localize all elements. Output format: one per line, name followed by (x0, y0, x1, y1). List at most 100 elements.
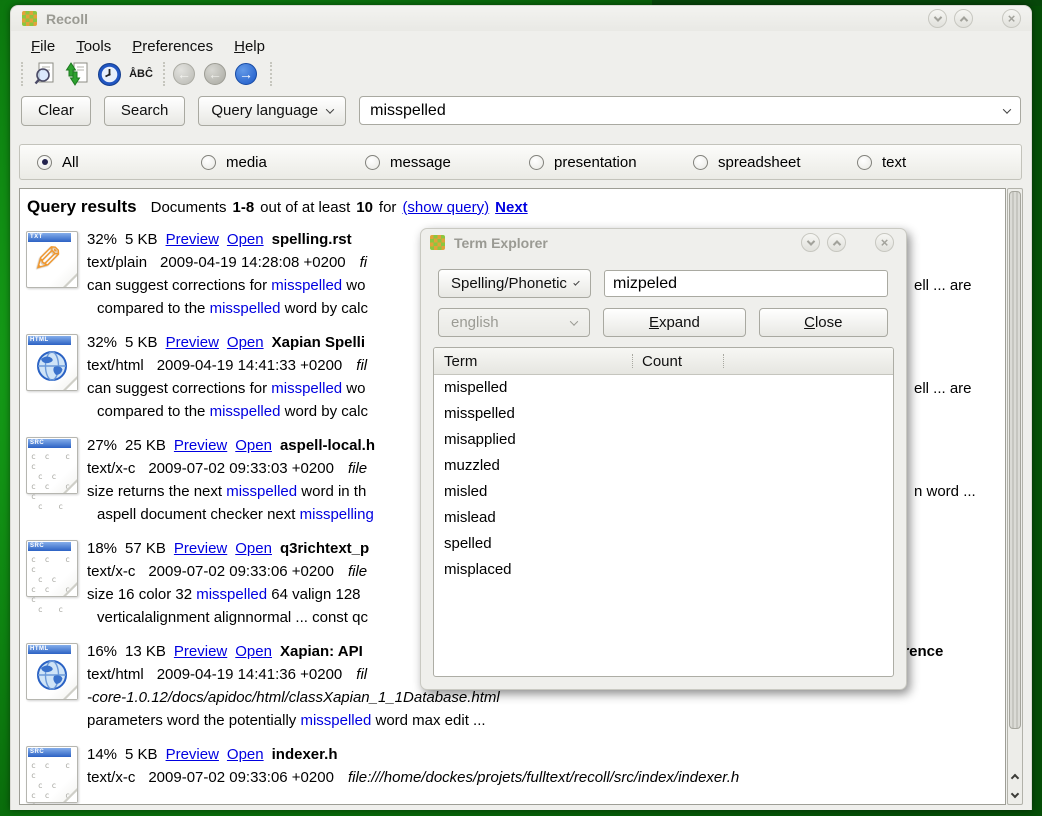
scroll-down-icon[interactable] (1008, 786, 1022, 802)
expand-button[interactable]: Expand (603, 308, 745, 337)
open-link[interactable]: Open (227, 746, 264, 763)
query-results-header: Query results Documents 1-8 out of at le… (27, 197, 1005, 217)
column-separator[interactable] (723, 354, 724, 368)
update-index-icon[interactable] (63, 61, 91, 88)
show-query-link[interactable]: (show query) (402, 199, 489, 216)
preview-link[interactable]: Preview (166, 746, 219, 763)
snippet-text: compared to the (97, 300, 210, 317)
open-link[interactable]: Open (235, 540, 272, 557)
html-file-icon[interactable]: HTML (26, 334, 78, 391)
radio-icon[interactable] (201, 155, 216, 170)
next-page-link[interactable]: Next (495, 199, 528, 216)
term-row[interactable]: mislead (434, 505, 893, 531)
filter-radio-presentation[interactable]: presentation (529, 154, 693, 171)
open-link[interactable]: Open (235, 437, 272, 454)
src-file-icon[interactable]: SRCc c c c c cc c c c c c (26, 746, 78, 803)
filter-radio-all[interactable]: All (37, 154, 201, 171)
maximize-button[interactable] (954, 9, 973, 28)
open-link[interactable]: Open (227, 334, 264, 351)
snippet-text: aspell document checker next (97, 506, 300, 523)
preview-link[interactable]: Preview (174, 437, 227, 454)
toolbar-handle[interactable] (270, 62, 273, 86)
query-language-dropdown[interactable]: Query language (198, 96, 346, 126)
open-link[interactable]: Open (235, 643, 272, 660)
scroll-up-icon[interactable] (1008, 770, 1022, 786)
snippet-text: size 16 color 32 (87, 586, 196, 603)
radio-icon[interactable] (365, 155, 380, 170)
column-header-term[interactable]: Term (434, 353, 632, 370)
term-count (633, 505, 642, 531)
radio-icon[interactable] (693, 155, 708, 170)
preview-link[interactable]: Preview (166, 334, 219, 351)
relevance-percent: 32% (87, 334, 117, 351)
filter-label: spreadsheet (718, 154, 801, 171)
toolbar-handle[interactable] (21, 62, 24, 86)
term-row[interactable]: misspelled (434, 401, 893, 427)
dialog-close-button[interactable]: × (875, 233, 894, 252)
menu-help[interactable]: Help (234, 38, 265, 53)
radio-icon[interactable] (529, 155, 544, 170)
radio-icon[interactable] (857, 155, 872, 170)
file-size: 25 KB (125, 437, 166, 454)
file-type-label: SRC (28, 748, 71, 757)
term-row[interactable]: misapplied (434, 427, 893, 453)
search-button[interactable]: Search (104, 96, 186, 126)
term-row[interactable]: spelled (434, 531, 893, 557)
expansion-mode-dropdown[interactable]: Spelling/Phonetic (438, 269, 591, 298)
scrollbar-thumb[interactable] (1009, 191, 1021, 729)
term-input[interactable] (604, 270, 888, 297)
menu-tools[interactable]: Tools (76, 38, 111, 53)
dialog-maximize-button[interactable] (827, 233, 846, 252)
preview-link[interactable]: Preview (174, 643, 227, 660)
radio-icon[interactable] (37, 155, 52, 170)
column-header-count[interactable]: Count (633, 353, 723, 370)
html-file-icon[interactable]: HTML (26, 643, 78, 700)
highlighted-term: misspelled (271, 277, 342, 294)
term-row[interactable]: misplaced (434, 557, 893, 583)
filter-label: All (62, 154, 79, 171)
dialog-minimize-button[interactable] (801, 233, 820, 252)
minimize-button[interactable] (928, 9, 947, 28)
term-row[interactable]: mispelled (434, 375, 893, 401)
results-scrollbar[interactable] (1007, 188, 1023, 805)
filter-radio-spreadsheet[interactable]: spreadsheet (693, 154, 857, 171)
file-size: 13 KB (125, 643, 166, 660)
main-titlebar[interactable]: Recoll × (11, 6, 1031, 31)
filter-radio-text[interactable]: text (857, 154, 1021, 171)
src-file-icon[interactable]: SRCc c c c c cc c c c c c (26, 437, 78, 494)
snippet-line: verticalalignment alignnormal ... const … (87, 606, 369, 629)
term-row[interactable]: misled (434, 479, 893, 505)
preview-link[interactable]: Preview (174, 540, 227, 557)
txt-file-icon[interactable]: TXT✎ (26, 231, 78, 288)
close-button[interactable]: × (1002, 9, 1021, 28)
language-dropdown[interactable]: english (438, 308, 590, 337)
next-page-icon[interactable]: → (235, 63, 257, 85)
doc-url: fil (356, 357, 367, 374)
open-link[interactable]: Open (227, 231, 264, 248)
menu-file[interactable]: File (31, 38, 55, 53)
first-page-icon[interactable]: ← (173, 63, 195, 85)
filter-radio-message[interactable]: message (365, 154, 529, 171)
doc-date: 2009-04-19 14:28:08 +0200 (160, 254, 346, 271)
previous-page-icon[interactable]: ← (204, 63, 226, 85)
highlighted-term: misspelled (271, 380, 342, 397)
filter-radio-media[interactable]: media (201, 154, 365, 171)
dialog-titlebar[interactable]: Term Explorer × (421, 229, 906, 256)
close-dialog-button[interactable]: Close (759, 308, 888, 337)
doc-url: file:///home/dockes/projets/fulltext/rec… (348, 769, 739, 786)
preview-link[interactable]: Preview (166, 231, 219, 248)
doc-url: fil (356, 666, 367, 683)
clear-button[interactable]: Clear (21, 96, 91, 126)
history-clock-icon[interactable] (95, 61, 123, 88)
term-explorer-spellcheck-icon[interactable]: ÅBĈ (127, 61, 155, 88)
recoll-app-icon (22, 11, 37, 26)
recoll-app-icon (430, 235, 445, 250)
src-file-icon[interactable]: SRCc c c c c cc c c c c c (26, 540, 78, 597)
toolbar-handle[interactable] (163, 62, 166, 86)
menu-preferences[interactable]: Preferences (132, 38, 213, 53)
term-row[interactable]: muzzled (434, 453, 893, 479)
search-query-combobox[interactable]: misspelled (359, 96, 1021, 125)
preview-document-icon[interactable] (31, 61, 59, 88)
chevron-down-icon[interactable] (1003, 105, 1011, 113)
doc-date: 2009-07-02 09:33:03 +0200 (148, 460, 334, 477)
